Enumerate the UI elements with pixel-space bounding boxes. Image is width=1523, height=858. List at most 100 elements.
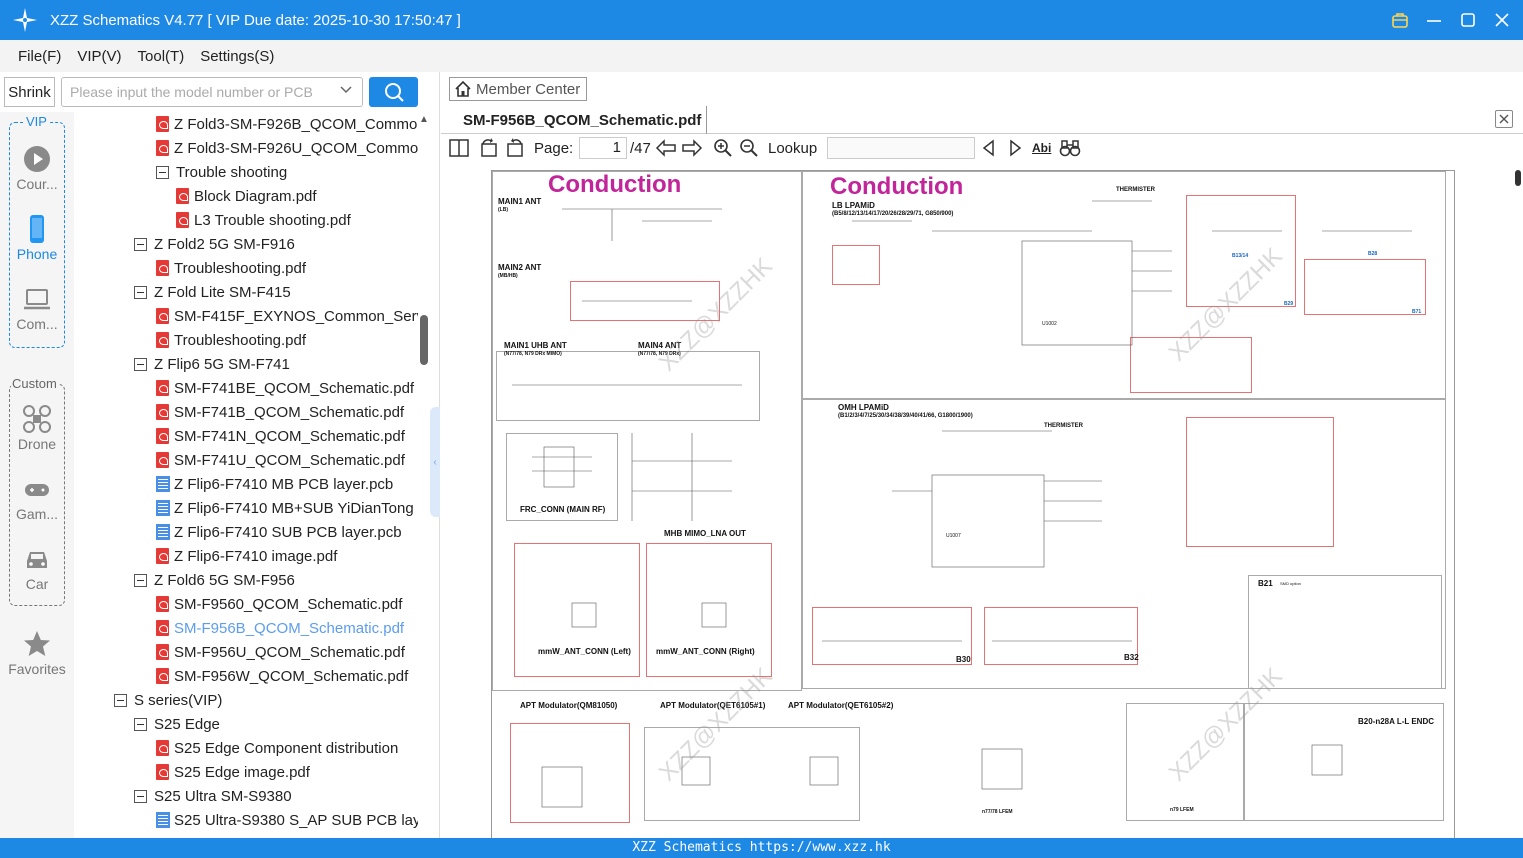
- category-phone[interactable]: Phone: [0, 214, 74, 262]
- tree-scrollbar[interactable]: ▲: [418, 112, 430, 838]
- collapse-toggle-icon[interactable]: [134, 357, 147, 371]
- menu-tool[interactable]: Tool(T): [138, 48, 185, 65]
- rotate-left-icon[interactable]: [479, 137, 499, 159]
- schematic-label: APT Modulator(QET6105#2): [788, 701, 894, 710]
- tree-file[interactable]: SM-F415F_EXYNOS_Common_Servi: [156, 304, 418, 328]
- sidebar-toggle-icon[interactable]: [449, 137, 469, 159]
- tree-item-label: Z Fold3-SM-F926B_QCOM_Commo: [174, 115, 418, 133]
- tree-file[interactable]: Z Fold3-SM-F926B_QCOM_Commo: [156, 112, 417, 136]
- search-input[interactable]: Please input the model number or PCB: [61, 77, 363, 107]
- tree-file[interactable]: Z Fold3-SM-F926U_QCOM_Commo: [156, 136, 418, 160]
- tree-item-label: S25 Edge Component distribution: [174, 739, 399, 757]
- tree-folder[interactable]: Trouble shooting: [156, 160, 287, 184]
- vip-bag-icon[interactable]: [1389, 9, 1411, 31]
- schematic-label: THERMISTER: [1044, 423, 1083, 429]
- tree-file[interactable]: L3 Trouble shooting.pdf: [176, 208, 351, 232]
- tree-file[interactable]: SM-F741B_QCOM_Schematic.pdf: [156, 400, 404, 424]
- tree-folder[interactable]: S25 Edge: [134, 712, 220, 736]
- tree-file[interactable]: S25 Edge image.pdf: [156, 760, 310, 784]
- zoom-in-icon[interactable]: [713, 137, 733, 159]
- tree-item-label: SM-F741N_QCOM_Schematic.pdf: [174, 427, 405, 445]
- tree-folder[interactable]: S25 Ultra SM-S9380: [134, 784, 292, 808]
- member-center-button[interactable]: Member Center: [449, 77, 587, 101]
- tree-folder[interactable]: Z Fold6 5G SM-F956: [134, 568, 295, 592]
- menu-file[interactable]: File(F): [18, 48, 61, 65]
- page-number-input[interactable]: 1: [579, 137, 627, 159]
- tree-file[interactable]: Troubleshooting.pdf: [156, 256, 306, 280]
- pcb-file-icon: [156, 524, 170, 540]
- tree-file[interactable]: S25 Edge Component distribution: [156, 736, 398, 760]
- category-computer[interactable]: Com...: [0, 284, 74, 332]
- tree-file[interactable]: SM-F741BE_QCOM_Schematic.pdf: [156, 376, 414, 400]
- schematic-label: B21: [1258, 579, 1273, 588]
- shrink-button[interactable]: Shrink: [4, 77, 55, 107]
- tree-item-label: Trouble shooting: [176, 163, 288, 181]
- category-favorites[interactable]: Favorites: [0, 629, 74, 677]
- gamepad-icon: [22, 474, 52, 504]
- prev-page-icon[interactable]: [655, 137, 677, 159]
- schematic-label: B30: [956, 655, 971, 664]
- collapse-toggle-icon[interactable]: [134, 285, 147, 299]
- tree-scrollbar-thumb[interactable]: [420, 315, 428, 365]
- file-tree: Z Fold3-SM-F926B_QCOM_Commo Z Fold3-SM-F9…: [74, 112, 418, 838]
- viewer-scrollbar-thumb[interactable]: [1515, 170, 1521, 186]
- scroll-up-icon[interactable]: ▲: [419, 114, 429, 125]
- tree-item-label: Troubleshooting.pdf: [174, 259, 307, 277]
- viewer-scrollbar[interactable]: [1513, 164, 1523, 838]
- close-tab-icon[interactable]: [1495, 110, 1513, 128]
- tree-item-label: Z Fold2 5G SM-F916: [154, 235, 295, 253]
- collapse-panel-button[interactable]: ‹: [430, 407, 440, 517]
- tree-folder[interactable]: S series(VIP): [114, 688, 222, 712]
- tree-file[interactable]: SM-F956B_QCOM_Schematic.pdf: [156, 616, 404, 640]
- search-button[interactable]: [369, 77, 418, 107]
- lookup-prev-icon[interactable]: [981, 137, 997, 159]
- tree-file[interactable]: SM-F956W_QCOM_Schematic.pdf: [156, 664, 408, 688]
- schematic-label: B71: [1412, 309, 1422, 315]
- tree-file[interactable]: Z Flip6-F7410 SUB PCB layer.pcb: [156, 520, 402, 544]
- menu-settings[interactable]: Settings(S): [200, 48, 274, 65]
- tree-file[interactable]: Block Diagram.pdf: [176, 184, 317, 208]
- pdf-file-icon: [156, 428, 169, 444]
- tree-folder[interactable]: Z Fold2 5G SM-F916: [134, 232, 295, 256]
- collapse-toggle-icon[interactable]: [134, 789, 147, 803]
- chevron-down-icon[interactable]: [340, 84, 352, 98]
- category-game[interactable]: Gam...: [0, 474, 74, 522]
- category-drone[interactable]: Drone: [0, 404, 74, 452]
- member-center-label: Member Center: [476, 80, 581, 98]
- tree-file[interactable]: SM-F956U_QCOM_Schematic.pdf: [156, 640, 405, 664]
- category-courses[interactable]: Cour...: [0, 144, 74, 192]
- tree-file[interactable]: SM-F741N_QCOM_Schematic.pdf: [156, 424, 405, 448]
- phone-icon: [22, 214, 52, 244]
- next-page-icon[interactable]: [681, 137, 703, 159]
- collapse-toggle-icon[interactable]: [156, 165, 169, 179]
- binoculars-icon[interactable]: [1059, 137, 1081, 159]
- close-button[interactable]: [1491, 9, 1513, 31]
- pdf-file-icon: [156, 620, 169, 636]
- lookup-input[interactable]: [827, 137, 975, 159]
- collapse-toggle-icon[interactable]: [114, 693, 127, 707]
- collapse-toggle-icon[interactable]: [134, 573, 147, 587]
- zoom-out-icon[interactable]: [739, 137, 759, 159]
- collapse-toggle-icon[interactable]: [134, 717, 147, 731]
- tree-file[interactable]: SM-F741U_QCOM_Schematic.pdf: [156, 448, 405, 472]
- lookup-next-icon[interactable]: [1007, 137, 1023, 159]
- schematic-sheet: Conduction Conduction MAIN1 ANT (LB) MAI…: [491, 170, 1455, 838]
- tree-file[interactable]: S25 Ultra-S9380 S_AP SUB PCB laye: [156, 808, 418, 832]
- tab-document[interactable]: SM-F956B_QCOM_Schematic.pdf: [441, 106, 707, 134]
- tree-item-label: SM-F741BE_QCOM_Schematic.pdf: [174, 379, 415, 397]
- pdf-page-viewer[interactable]: Conduction Conduction MAIN1 ANT (LB) MAI…: [485, 164, 1511, 838]
- collapse-toggle-icon[interactable]: [134, 237, 147, 251]
- category-car[interactable]: Car: [0, 544, 74, 592]
- match-case-icon[interactable]: Abi: [1032, 137, 1051, 159]
- tree-file[interactable]: Z Flip6-F7410 MB+SUB YiDianTong: [156, 496, 414, 520]
- tree-file[interactable]: Troubleshooting.pdf: [156, 328, 306, 352]
- tree-file[interactable]: SM-F9560_QCOM_Schematic.pdf: [156, 592, 402, 616]
- menu-vip[interactable]: VIP(V): [77, 48, 121, 65]
- tree-file[interactable]: Z Flip6-F7410 MB PCB layer.pcb: [156, 472, 393, 496]
- tree-file[interactable]: Z Flip6-F7410 image.pdf: [156, 544, 337, 568]
- tree-folder[interactable]: Z Fold Lite SM-F415: [134, 280, 291, 304]
- tree-folder[interactable]: Z Flip6 5G SM-F741: [134, 352, 290, 376]
- minimize-button[interactable]: [1423, 9, 1445, 31]
- maximize-button[interactable]: [1457, 9, 1479, 31]
- rotate-right-icon[interactable]: [505, 137, 525, 159]
